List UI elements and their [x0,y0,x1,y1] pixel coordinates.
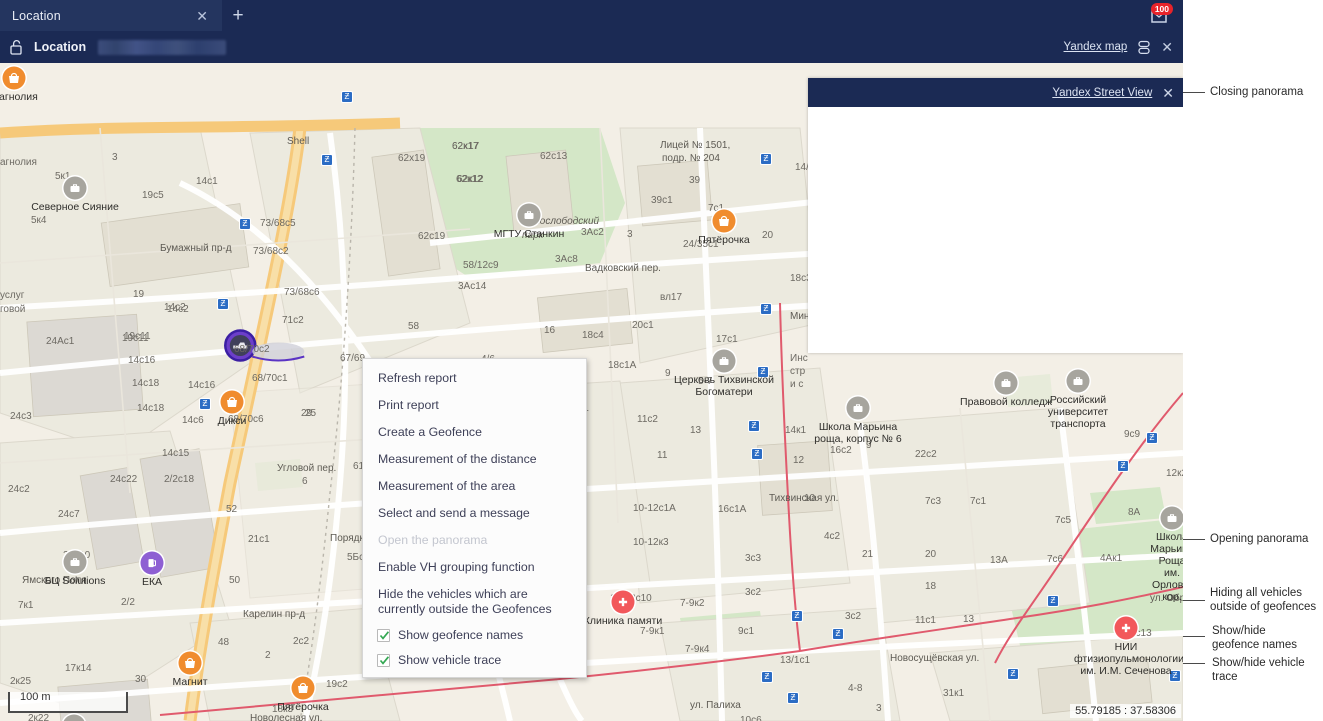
scale-bar: 100 m [8,691,128,713]
metro-icon: Ƶ [217,298,229,310]
street-view-viewport[interactable] [808,107,1183,353]
map-poi-marker[interactable] [63,176,87,200]
map-poi-marker[interactable] [2,66,26,90]
menu-item-open-panorama: Open the panorama [378,533,488,547]
metro-icon: Ƶ [321,154,333,166]
unlocked-padlock-icon[interactable] [9,39,25,56]
scale-label: 100 m [20,691,51,703]
close-icon[interactable]: ✕ [196,9,208,23]
map-poi-marker[interactable] [994,371,1018,395]
map-poi-marker[interactable] [611,590,635,614]
metro-icon: Ƶ [1117,460,1129,472]
annotation-closing-panorama: Closing panorama [1210,86,1304,98]
street-view-panel: Yandex Street View ✕ [808,78,1183,353]
map-poi-marker[interactable] [178,651,202,675]
menu-item-label: Show geofence names [398,628,524,642]
check-icon [379,656,390,665]
menu-item-measure-distance[interactable]: Measurement of the distance [363,446,586,473]
street-view-title[interactable]: Yandex Street View [1052,87,1152,99]
metro-icon: Ƶ [787,692,799,704]
metro-icon: Ƶ [199,398,211,410]
metro-icon: Ƶ [760,303,772,315]
map-context-menu: Refresh report Print report Create a Geo… [362,358,587,678]
metro-icon: Ƶ [760,153,772,165]
menu-item-print-report[interactable]: Print report [363,392,586,419]
check-icon [379,631,390,640]
map-poi-marker[interactable] [1114,616,1138,640]
metro-icon: Ƶ [761,671,773,683]
annotation-leader-opening-panorama [1183,539,1205,540]
messages-icon[interactable]: 100 [1145,2,1175,29]
plus-icon[interactable]: + [228,6,248,26]
metro-icon: Ƶ [751,448,763,460]
menu-item-label: Show vehicle trace [398,653,502,667]
tab-bar: Location ✕ + 100 [0,0,1183,31]
coordinates-readout: 55.79185 : 37.58306 [1070,704,1181,718]
menu-item-send-message[interactable]: Select and send a message [363,500,586,527]
annotation-hiding-vehicles: Hiding all vehicles outside of geofences [1210,587,1317,613]
menu-item-vh-grouping[interactable]: Enable VH grouping function [363,554,586,581]
map-poi-marker[interactable] [140,551,164,575]
metro-icon: Ƶ [341,91,353,103]
metro-icon: Ƶ [1047,595,1059,607]
map-poi-marker[interactable] [712,349,736,373]
annotation-show-hide-geofence-names: Show/hide geofence names [1212,625,1298,651]
map-provider-controls: Yandex map ✕ [1064,31,1173,63]
menu-item-hide-vehicles-outside-geofences[interactable]: Hide the vehicles which are currently ou… [363,581,586,623]
close-icon[interactable]: ✕ [1161,40,1173,54]
map-poi-marker[interactable] [63,550,87,574]
street-view-header: Yandex Street View ✕ [808,78,1183,107]
yandex-map-link[interactable]: Yandex map [1064,41,1128,53]
application-window: Location ✕ + 100 Location Yandex map ✕ Ƶ… [0,0,1183,721]
map-poi-marker[interactable] [1066,369,1090,393]
page-title: Location [34,40,87,54]
menu-item-show-vehicle-trace[interactable]: Show vehicle trace [363,648,586,673]
metro-icon: Ƶ [1169,670,1181,682]
tab-label: Location [12,8,61,23]
checkbox-show-vehicle-trace[interactable] [377,654,390,667]
checkbox-show-geofence-names[interactable] [377,629,390,642]
map-poi-marker[interactable] [846,396,870,420]
metro-icon: Ƶ [1007,668,1019,680]
metro-icon: Ƶ [757,366,769,378]
menu-item-create-geofence[interactable]: Create a Geofence [363,419,586,446]
annotation-show-hide-vehicle-trace: Show/hide vehicle trace [1212,657,1305,683]
map-poi-marker[interactable] [1160,506,1183,530]
map-poi-marker[interactable] [712,209,736,233]
annotation-leader-vehicle-trace [1183,663,1205,664]
location-toolbar: Location Yandex map ✕ [0,31,1183,63]
menu-item-refresh-report[interactable]: Refresh report [363,365,586,392]
metro-icon: Ƶ [791,610,803,622]
map-poi-marker[interactable] [220,390,244,414]
tab-location[interactable]: Location ✕ [0,0,222,31]
map-poi-marker[interactable] [517,203,541,227]
annotation-leader-geofence-names [1183,636,1205,637]
notification-badge: 100 [1150,3,1173,15]
menu-item-show-geofence-names[interactable]: Show geofence names [363,623,586,648]
annotation-leader-hiding-vehicles [1183,600,1205,601]
metro-icon: Ƶ [748,420,760,432]
menu-item-measure-area[interactable]: Measurement of the area [363,473,586,500]
layers-icon[interactable] [1136,40,1152,55]
map-poi-marker[interactable] [291,676,315,700]
vehicle-marker[interactable] [223,329,306,368]
metro-icon: Ƶ [239,218,251,230]
vehicle-trace [252,342,306,362]
close-icon[interactable]: ✕ [1162,86,1174,100]
annotation-opening-panorama: Opening panorama [1210,533,1309,545]
annotation-leader-closing-panorama [1183,92,1205,93]
metro-icon: Ƶ [1146,432,1158,444]
redacted-location-field[interactable] [98,39,227,55]
metro-icon: Ƶ [832,628,844,640]
